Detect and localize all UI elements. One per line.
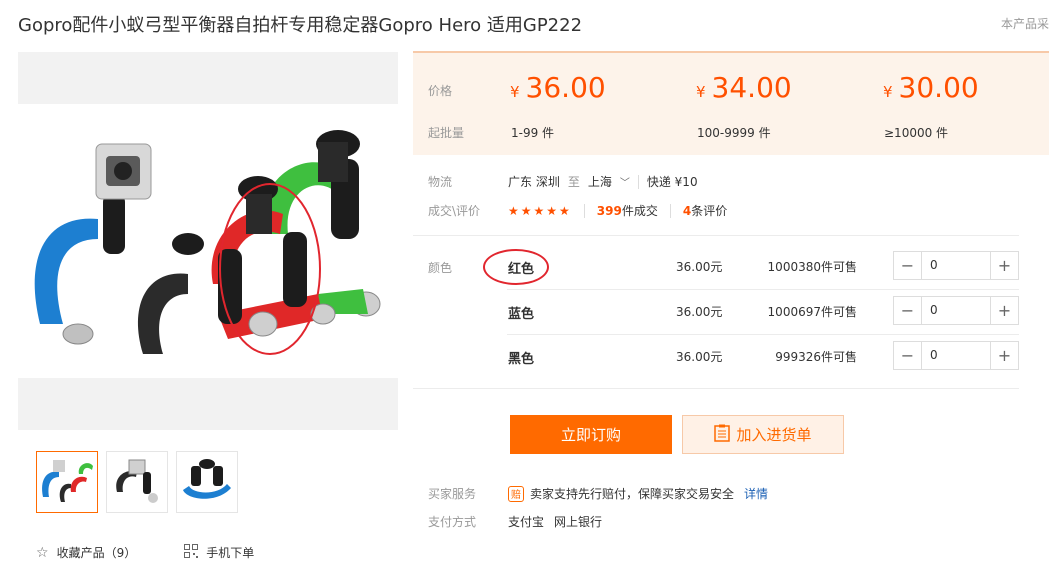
main-product-image[interactable] [18, 52, 398, 430]
plus-button[interactable]: + [990, 342, 1018, 369]
quantity-input[interactable]: 0 [922, 297, 990, 324]
qty-tier-1: 1-99 件 [511, 126, 555, 140]
sku-price: 36.00元 [676, 260, 723, 274]
qr-code-icon [184, 544, 199, 561]
deal-label: 成交\评价 [428, 204, 481, 218]
ship-destination-select[interactable]: 上海 ﹀ [588, 173, 630, 190]
sku-name: 黑色 [508, 352, 535, 367]
sold-suffix: 件成交 [621, 204, 658, 218]
favorite-product-link[interactable]: ☆ 收藏产品（9） [36, 544, 136, 561]
sku-row-blue: 蓝色 36.00元 1000697件可售 − 0 + [413, 290, 1019, 335]
guarantee-badge-icon: 赔 [508, 485, 524, 502]
stabilizer-illustration [34, 130, 381, 355]
clipboard-icon [714, 424, 731, 446]
currency-symbol: ¥ [696, 83, 706, 101]
sku-stock: 1000380件可售 [767, 260, 857, 274]
payment-method-online-bank: 网上银行 [554, 515, 603, 529]
service-text: 卖家支持先行赔付，保障买家交易安全 [530, 487, 735, 501]
quantity-input[interactable]: 0 [922, 342, 990, 369]
review-count-link[interactable]: 4条评价 [683, 202, 727, 219]
payment-label: 支付方式 [428, 515, 477, 529]
service-details-link[interactable]: 详情 [744, 485, 768, 502]
sku-stock: 999326件可售 [775, 350, 857, 364]
red-highlight-circle [483, 249, 549, 285]
thumbnail-3[interactable] [176, 451, 238, 513]
ship-to-word: 至 [567, 175, 580, 189]
quantity-stepper: − 0 + [893, 251, 1019, 280]
price-value: 36.00 [525, 71, 606, 104]
price-tier-2: ¥34.00 [696, 71, 792, 104]
price-label: 价格 [428, 84, 453, 98]
thumbnail-2[interactable] [106, 451, 168, 513]
ship-from: 广东 深圳 [508, 175, 560, 189]
ship-destination: 上海 [587, 175, 612, 189]
payment-method-alipay: 支付宝 [508, 515, 545, 529]
favorite-label: 收藏产品（9） [56, 546, 137, 560]
buy-now-button[interactable]: 立即订购 [510, 415, 672, 454]
mobile-order-link[interactable]: 手机下单 [184, 544, 254, 561]
payment-methods: 支付宝 网上银行 [508, 513, 602, 530]
minus-button[interactable]: − [894, 252, 922, 279]
quantity-stepper: − 0 + [893, 296, 1019, 325]
plus-button[interactable]: + [990, 297, 1018, 324]
add-cart-label: 加入进货单 [736, 426, 812, 444]
product-title: Gopro配件小蚁弓型平衡器自拍杆专用稳定器Gopro Hero 适用GP222 [18, 15, 583, 36]
plus-button[interactable]: + [990, 252, 1018, 279]
sku-price: 36.00元 [676, 350, 723, 364]
review-suffix: 条评价 [691, 204, 728, 218]
quantity-stepper: − 0 + [893, 341, 1019, 370]
section-divider [413, 388, 1019, 389]
sold-count-link[interactable]: 399件成交 [597, 202, 658, 219]
price-tier-1: ¥36.00 [510, 71, 606, 104]
currency-symbol: ¥ [883, 83, 893, 101]
minus-button[interactable]: − [894, 297, 922, 324]
deal-info: ★★★★★ 399件成交 4条评价 [508, 202, 727, 219]
qty-tier-3: ≥10000 件 [884, 126, 949, 140]
product-photo [18, 104, 398, 378]
currency-symbol: ¥ [510, 83, 520, 101]
price-tier-3: ¥30.00 [883, 71, 979, 104]
sku-stock: 1000697件可售 [767, 305, 857, 319]
add-to-cart-button[interactable]: 加入进货单 [682, 415, 844, 454]
rating-stars: ★★★★★ [508, 203, 572, 218]
mobile-order-label: 手机下单 [206, 546, 255, 560]
chevron-down-icon: ﹀ [619, 178, 630, 189]
price-value: 34.00 [711, 71, 792, 104]
minus-button[interactable]: − [894, 342, 922, 369]
sku-row-black: 黑色 36.00元 999326件可售 − 0 + [413, 335, 1019, 380]
logistics-label: 物流 [428, 175, 453, 189]
moq-label: 起批量 [428, 126, 465, 140]
logistics-info: 广东 深圳 至 上海 ﹀ 快递 ¥10 [508, 173, 698, 190]
quantity-input[interactable]: 0 [922, 252, 990, 279]
sku-name: 蓝色 [508, 307, 535, 322]
section-divider [413, 235, 1019, 236]
qty-tier-2: 100-9999 件 [697, 126, 771, 140]
bottom-links: ☆ 收藏产品（9） 手机下单 [36, 544, 254, 561]
thumbnail-strip [36, 451, 238, 513]
sku-price: 36.00元 [676, 305, 723, 319]
price-box: 价格 起批量 ¥36.00 ¥34.00 ¥30.00 1-99 件 100-9… [413, 51, 1049, 155]
sold-count: 399 [596, 204, 622, 218]
price-value: 30.00 [898, 71, 979, 104]
corner-text[interactable]: 本产品采 [1001, 15, 1049, 32]
divider [669, 203, 671, 218]
review-count: 4 [682, 204, 692, 218]
divider [583, 203, 585, 218]
service-label: 买家服务 [428, 487, 477, 501]
buyer-service: 赔 卖家支持先行赔付，保障买家交易安全 详情 [508, 485, 768, 502]
thumbnail-1[interactable] [36, 451, 98, 513]
divider [637, 174, 639, 189]
express-fee: 快递 ¥10 [646, 175, 698, 189]
star-icon: ☆ [36, 544, 49, 561]
